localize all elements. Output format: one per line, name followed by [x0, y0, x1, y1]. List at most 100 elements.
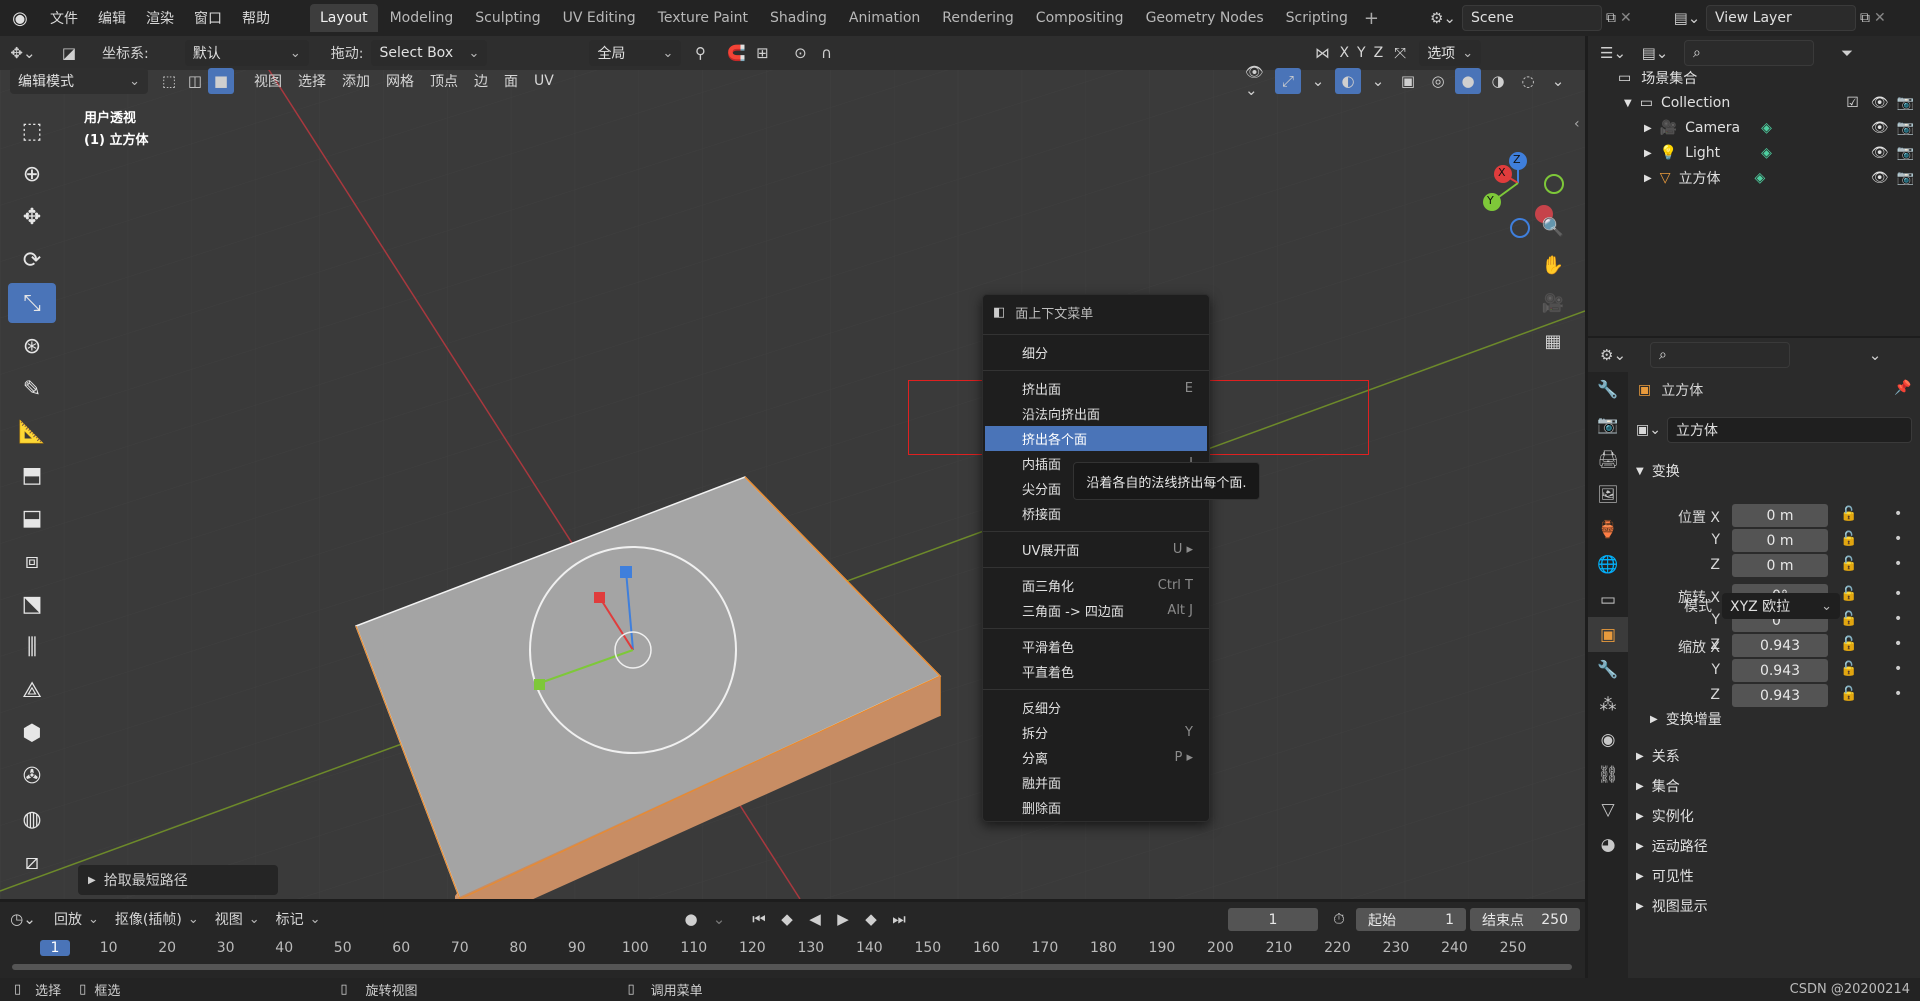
scale-cage-icon[interactable]: ◪ [56, 40, 82, 66]
axis-z-toggle[interactable]: Z [1370, 40, 1388, 66]
context-menu-item[interactable]: 细分 [983, 340, 1209, 365]
start-frame-field[interactable]: 起始 1 [1356, 908, 1466, 931]
view-menu-5[interactable]: 边 [466, 68, 496, 94]
snap-icon[interactable]: 🧲 [723, 40, 749, 66]
inset-tool-icon[interactable]: ⧈ [8, 541, 56, 581]
end-frame-field[interactable]: 结束点 250 [1470, 908, 1580, 931]
add-cube-tool-icon[interactable]: ⬒ [8, 455, 56, 495]
cursor-tool-icon[interactable]: ⊕ [8, 154, 56, 194]
location-1-field[interactable]: 0 m [1732, 529, 1828, 552]
camera-view-icon[interactable]: 🎥 [1540, 290, 1566, 316]
overlays-menu-icon[interactable]: ⌄ [1365, 68, 1391, 94]
vertex-select-icon[interactable]: ⬚ [156, 68, 182, 94]
tool-tab-icon[interactable]: 🔧 [1588, 372, 1628, 407]
knife-tool-icon[interactable]: ⟁ [8, 670, 56, 710]
context-menu-item[interactable]: 删除面 [983, 795, 1209, 820]
scale-tool-icon[interactable]: ⤡ [8, 283, 56, 323]
select-box-tool-icon[interactable]: ⬚ [8, 111, 56, 151]
wireframe-shading-icon[interactable]: ◎ [1425, 68, 1451, 94]
solid-shading-icon[interactable]: ● [1455, 68, 1481, 94]
menu-3[interactable]: 窗口 [184, 8, 232, 28]
axis-y-toggle[interactable]: Y [1353, 40, 1370, 66]
eye-icon[interactable]: 👁 [1871, 170, 1889, 186]
scene-field[interactable]: Scene [1462, 5, 1602, 31]
tab-scripting[interactable]: Scripting [1276, 4, 1358, 32]
section-header[interactable]: ▶ 运动路径 [1636, 833, 1708, 859]
new-scene-icon[interactable]: ⧉ [1606, 10, 1616, 26]
gizmo-menu-icon[interactable]: ⌄ [1305, 68, 1331, 94]
scale-1-field[interactable]: 0.943 [1732, 659, 1828, 682]
location-2-field[interactable]: 0 m [1732, 554, 1828, 577]
view-menu-1[interactable]: 选择 [290, 68, 334, 94]
gizmo-y-label[interactable]: Y [1487, 194, 1494, 207]
gizmo-x-label[interactable]: X [1498, 166, 1506, 179]
object-data-icon[interactable]: ◈ [1761, 145, 1772, 161]
mirror-icon[interactable]: ⋈ [1309, 40, 1335, 66]
tab-uv-editing[interactable]: UV Editing [553, 4, 646, 32]
view-layer-field[interactable]: View Layer [1706, 5, 1856, 31]
snap-target-icon[interactable]: ⚲ [687, 40, 713, 66]
object-data-icon[interactable]: ◈ [1761, 120, 1772, 136]
properties-type-icon[interactable]: ⚙⌄ [1600, 342, 1626, 368]
eye-icon[interactable]: 👁 [1871, 145, 1889, 161]
tab-compositing[interactable]: Compositing [1026, 4, 1134, 32]
expand-right-icon[interactable]: ▶ [1644, 173, 1652, 184]
object-data-icon[interactable]: ▣⌄ [1636, 422, 1661, 438]
move-tool-icon[interactable]: ✥ [8, 197, 56, 237]
scene-icon[interactable]: ⚙⌄ [1428, 9, 1458, 27]
render-tab-icon[interactable]: 📷 [1588, 407, 1628, 442]
expand-right-icon[interactable]: ▶ [1644, 148, 1652, 159]
collection-row[interactable]: ▼ ▭ Collection ☑ 👁 📷 [1624, 91, 1914, 115]
tab-rendering[interactable]: Rendering [932, 4, 1024, 32]
lock-icon[interactable]: 🔓 [1840, 686, 1857, 702]
context-menu-item[interactable]: 分离 P ▸ [983, 745, 1209, 770]
keyframe-dot-icon[interactable]: • [1894, 506, 1902, 522]
scene-tab-icon[interactable]: 🏺 [1588, 512, 1628, 547]
view-menu-2[interactable]: 添加 [334, 68, 378, 94]
scale-2-field[interactable]: 0.943 [1732, 684, 1828, 707]
collection-tab-icon[interactable]: ▭ [1588, 582, 1628, 617]
falloff-icon[interactable]: ∩ [813, 40, 839, 66]
transform-tool-icon[interactable]: ✥⌄ [10, 40, 36, 66]
context-menu-item[interactable]: 三角面 -> 四边面 Alt J [983, 598, 1209, 623]
world-tab-icon[interactable]: 🌐 [1588, 547, 1628, 582]
context-menu-item[interactable]: 融并面 [983, 770, 1209, 795]
visibility-icon[interactable]: 👁⌄ [1245, 63, 1271, 99]
keyframe-dot-icon[interactable]: • [1894, 611, 1902, 627]
object-tab-icon[interactable]: ▣ [1588, 617, 1628, 652]
view-menu-7[interactable]: UV [526, 68, 562, 94]
render-camera-icon[interactable]: 📷 [1897, 120, 1914, 136]
loop-cut-tool-icon[interactable]: ⫼ [8, 627, 56, 667]
menu-0[interactable]: 文件 [40, 8, 88, 28]
rotation-mode-dropdown[interactable]: XYZ 欧拉 [1722, 593, 1840, 619]
tab-shading[interactable]: Shading [760, 4, 837, 32]
orientation-dropdown[interactable]: 默认 [184, 40, 309, 66]
drag-dropdown[interactable]: Select Box [371, 40, 488, 66]
overlays-icon[interactable]: ◐ [1335, 68, 1361, 94]
lock-icon[interactable]: 🔓 [1840, 506, 1857, 522]
view-menu-6[interactable]: 面 [496, 68, 526, 94]
record-icon[interactable]: ● [678, 906, 704, 932]
context-menu-item[interactable]: 拆分 Y [983, 720, 1209, 745]
jump-end-icon[interactable]: ⏭ [886, 906, 912, 932]
delete-scene-icon[interactable]: ✕ [1620, 10, 1632, 26]
keyframe-dot-icon[interactable]: • [1894, 586, 1902, 602]
view-menu-0[interactable]: 视图 [246, 68, 290, 94]
gizmo-toggle-icon[interactable]: ⤢ [1275, 68, 1301, 94]
snap-increment-icon[interactable]: ⊞ [749, 40, 775, 66]
eye-icon[interactable]: 👁 [1871, 120, 1889, 136]
data-tab-icon[interactable]: ▽ [1588, 792, 1628, 827]
menu-1[interactable]: 编辑 [88, 8, 136, 28]
context-menu-item[interactable]: 挤出面 E [983, 376, 1209, 401]
transform-tool-icon-left[interactable]: ⊛ [8, 326, 56, 366]
view-layer-icon[interactable]: ▤⌄ [1672, 9, 1702, 27]
ortho-toggle-icon[interactable]: ▦ [1540, 328, 1566, 354]
next-keyframe-icon[interactable]: ◆ [858, 906, 884, 932]
new-view-layer-icon[interactable]: ⧉ [1860, 10, 1870, 26]
timeline-scrollbar[interactable] [12, 964, 1572, 970]
edge-select-icon[interactable]: ◫ [182, 68, 208, 94]
collapse-icon[interactable]: ▼ [1636, 466, 1644, 477]
context-menu-item[interactable]: 反细分 [983, 695, 1209, 720]
3d-viewport[interactable]: X Z Y ✥⌄ ◪ 坐标系: 默认 拖动: Select Box 全局 ⚲ 🧲… [0, 36, 1585, 899]
constraints-tab-icon[interactable]: ⛓ [1588, 757, 1628, 792]
